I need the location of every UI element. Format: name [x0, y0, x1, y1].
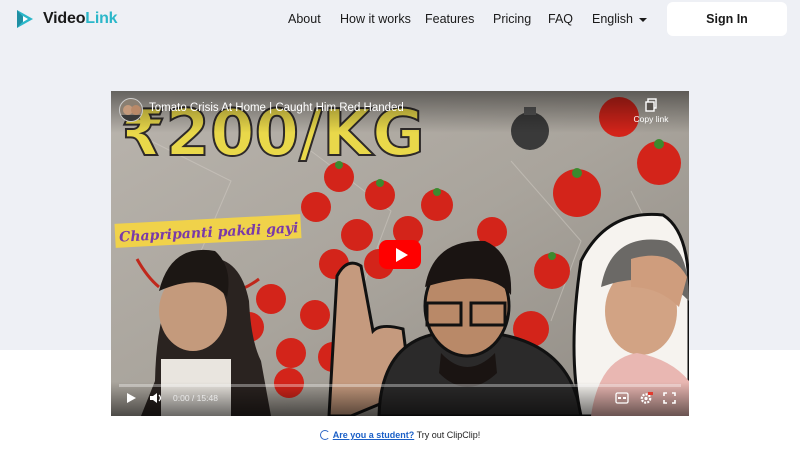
settings-icon[interactable] — [639, 392, 653, 405]
student-promo-text: Try out ClipClip! — [416, 430, 481, 440]
video-time: 0:00 / 15:48 — [173, 393, 218, 403]
channel-avatar[interactable] — [119, 98, 143, 122]
volume-icon[interactable] — [149, 392, 163, 404]
video-controls: 0:00 / 15:48 — [111, 382, 689, 416]
chevron-down-icon — [639, 17, 647, 22]
copy-link-button[interactable]: Copy link — [625, 98, 677, 124]
language-selector[interactable]: English — [592, 12, 647, 26]
copy-link-label: Copy link — [633, 114, 669, 124]
captions-icon[interactable] — [615, 392, 629, 404]
nav-item-pricing[interactable]: Pricing — [493, 12, 531, 26]
video-title-bar: Tomato Crisis At Home | Caught Him Red H… — [111, 91, 689, 133]
logo-mark-icon — [17, 10, 33, 28]
play-button[interactable] — [379, 240, 421, 269]
language-label: English — [592, 12, 633, 26]
brand-name: VideoLink — [43, 10, 118, 27]
nav-item-about[interactable]: About — [288, 12, 321, 26]
copy-link-icon — [645, 98, 657, 112]
video-player[interactable]: ₹200/KG Chapripanti pakdi gayi Tomato Cr… — [111, 91, 689, 416]
nav-item-faq[interactable]: FAQ — [548, 12, 573, 26]
fullscreen-icon[interactable] — [663, 392, 676, 404]
sign-in-button[interactable]: Sign In — [667, 2, 787, 36]
video-title[interactable]: Tomato Crisis At Home | Caught Him Red H… — [149, 102, 404, 114]
student-link[interactable]: Are you a student? — [333, 430, 415, 440]
student-promo: Are you a student? Try out ClipClip! — [0, 430, 800, 440]
brand-logo[interactable]: VideoLink — [14, 8, 118, 30]
nav-item-how-it-works[interactable]: How it works — [340, 12, 411, 26]
play-icon — [395, 247, 408, 262]
clipclip-icon — [319, 430, 330, 440]
progress-bar[interactable] — [119, 384, 681, 387]
play-icon[interactable] — [125, 392, 137, 404]
nav-item-features[interactable]: Features — [425, 12, 474, 26]
